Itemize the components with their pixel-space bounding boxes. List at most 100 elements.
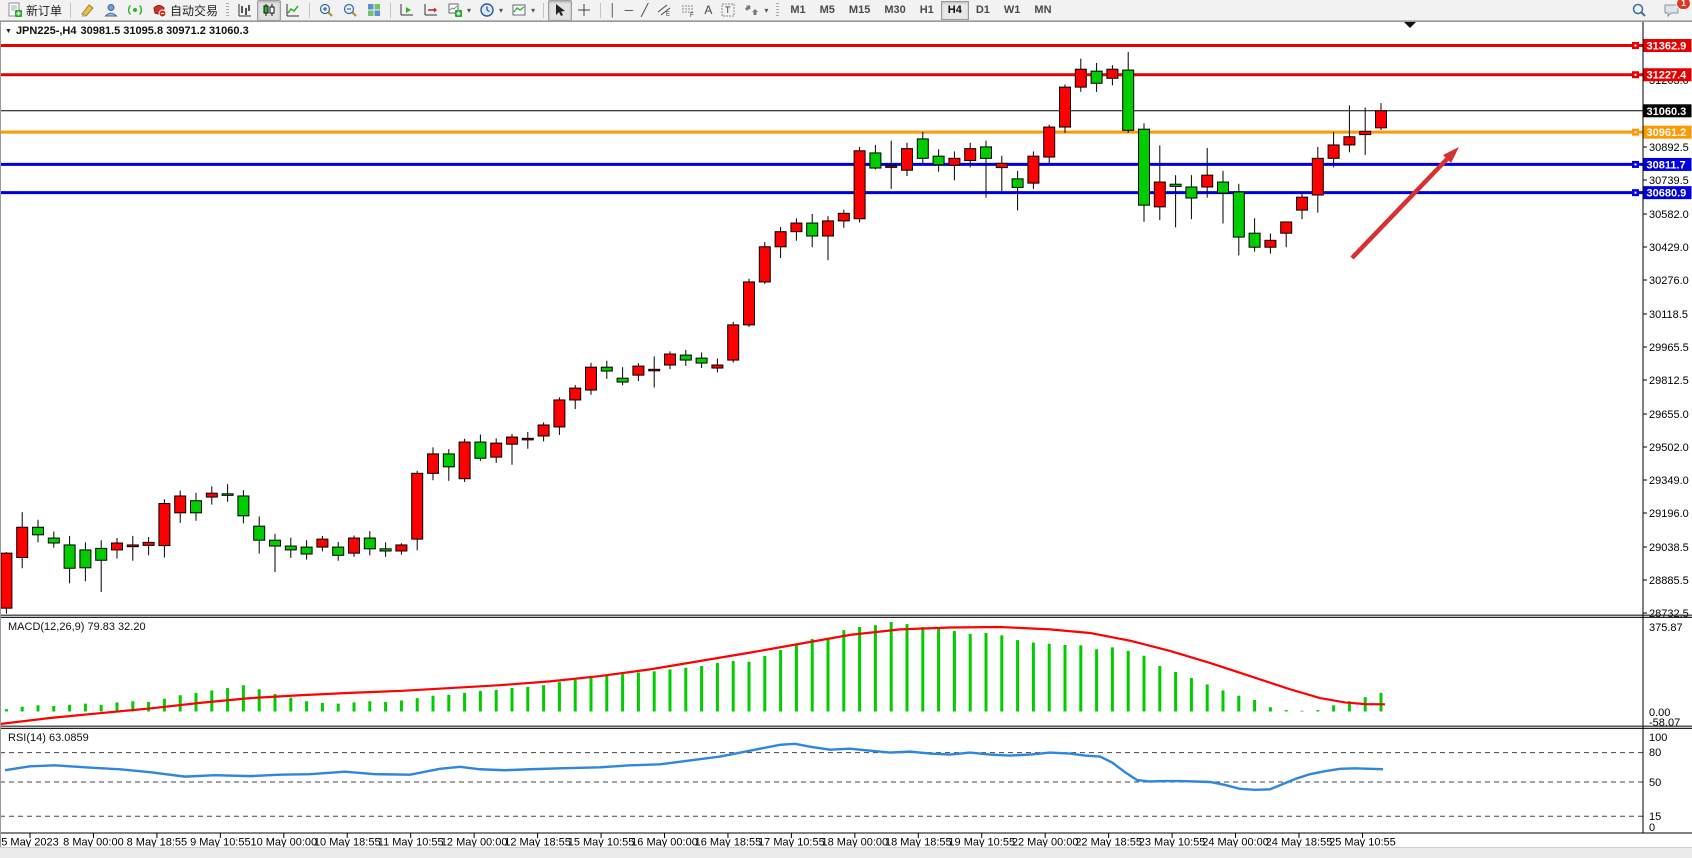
- candle-body: [396, 545, 407, 551]
- periods-button[interactable]: ▾: [475, 0, 507, 21]
- chevron-down-icon: ▾: [467, 6, 471, 15]
- candle-body: [285, 546, 296, 550]
- chart-canvas[interactable]: 31356.031203.031049.530892.530739.530582…: [0, 21, 1692, 858]
- arrows-tool-button[interactable]: ▾: [740, 0, 772, 21]
- candle-body: [1297, 197, 1308, 210]
- line-chart-button[interactable]: [281, 0, 305, 21]
- price-line-badge-label: 30811.7: [1647, 159, 1686, 171]
- candle-body: [775, 232, 786, 247]
- price-line-badge-label: 31362.9: [1647, 41, 1687, 53]
- candle-body: [254, 526, 265, 540]
- zoom-in-icon: [318, 2, 334, 18]
- timeframe-m15[interactable]: M15: [842, 1, 877, 20]
- chart-shift-icon: [423, 2, 439, 18]
- auto-trading-button[interactable]: 自动交易: [147, 0, 222, 21]
- timeframe-m1[interactable]: M1: [783, 1, 812, 20]
- trendline-button[interactable]: ╱: [637, 0, 652, 21]
- candle-body: [554, 400, 565, 427]
- price-tick-label: 29038.5: [1649, 542, 1689, 554]
- chart-shift-button[interactable]: [419, 0, 443, 21]
- chart-area[interactable]: 31356.031203.031049.530892.530739.530582…: [0, 21, 1692, 858]
- candle-body: [1, 553, 12, 608]
- chat-button[interactable]: 1: [1659, 0, 1685, 21]
- horizontal-line-button[interactable]: ─: [621, 0, 638, 21]
- price-tick-label: 28732.5: [1649, 608, 1689, 620]
- new-chart-button[interactable]: ▾: [443, 0, 475, 21]
- candle-body: [570, 388, 581, 400]
- candle-body: [902, 149, 913, 171]
- candle-body: [649, 369, 660, 371]
- candle-body: [443, 454, 454, 467]
- equidistant-channel-button[interactable]: E: [652, 0, 676, 21]
- text-label-button[interactable]: T: [716, 0, 740, 21]
- price-tick-label: 29196.0: [1649, 508, 1689, 520]
- candle-body: [412, 473, 423, 539]
- candle-body: [1060, 87, 1071, 127]
- timeframe-h4[interactable]: H4: [941, 1, 969, 20]
- macd-axis-label: 375.87: [1649, 622, 1683, 634]
- zoom-out-button[interactable]: [338, 0, 362, 21]
- candle-body: [981, 147, 992, 158]
- candle-body: [48, 538, 59, 543]
- separator: [600, 3, 601, 18]
- notification-badge: 1: [1676, 0, 1691, 10]
- new-order-icon: [7, 2, 23, 18]
- candle-body: [459, 442, 470, 479]
- timeframe-m30[interactable]: M30: [877, 1, 912, 20]
- auto-scroll-button[interactable]: [395, 0, 419, 21]
- bar-chart-button[interactable]: [233, 0, 257, 21]
- line-handle-dot: [1635, 45, 1637, 47]
- cursor-button[interactable]: [548, 0, 572, 21]
- svg-text:T: T: [725, 5, 731, 15]
- rsi-axis-label: 50: [1649, 777, 1661, 789]
- svg-text:E: E: [666, 12, 670, 18]
- price-tick-label: 30582.0: [1649, 209, 1689, 221]
- timeframe-h1[interactable]: H1: [913, 1, 941, 20]
- candle-body: [1154, 182, 1165, 207]
- timeframe-mn[interactable]: MN: [1027, 1, 1058, 20]
- signals-button[interactable]: [123, 0, 147, 21]
- candle-body: [364, 538, 375, 549]
- vertical-line-button[interactable]: │: [605, 0, 621, 21]
- tile-windows-button[interactable]: [362, 0, 386, 21]
- candle-body: [996, 163, 1007, 167]
- candle-body: [491, 443, 502, 457]
- price-tick-label: 30429.0: [1649, 242, 1689, 254]
- bottom-strip: [0, 847, 1692, 858]
- zoom-in-button[interactable]: [314, 0, 338, 21]
- candle-body: [933, 156, 944, 165]
- timeframe-d1[interactable]: D1: [969, 1, 997, 20]
- candlestick-chart-icon: [261, 2, 277, 18]
- price-tick-label: 30739.5: [1649, 175, 1689, 187]
- candle-body: [886, 166, 897, 168]
- candle-body: [96, 548, 107, 560]
- fibonacci-button[interactable]: F: [676, 0, 700, 21]
- crosshair-button[interactable]: [572, 0, 596, 21]
- new-order-button[interactable]: 新订单: [3, 0, 66, 21]
- candlestick-chart-button[interactable]: [257, 0, 281, 21]
- timeframe-w1[interactable]: W1: [997, 1, 1028, 20]
- candle-body: [791, 223, 802, 232]
- price-line-badge-label: 30961.2: [1647, 127, 1687, 139]
- candle-body: [870, 153, 881, 168]
- candle-body: [759, 247, 770, 282]
- crosshair-icon: [576, 2, 592, 18]
- community-button[interactable]: [99, 0, 123, 21]
- separator: [226, 3, 229, 18]
- cursor-icon: [552, 2, 568, 18]
- arrows-icon: [744, 2, 760, 18]
- candle-body: [80, 550, 91, 568]
- candle-body: [17, 527, 28, 557]
- indicators-button[interactable]: ▾: [507, 0, 539, 21]
- candle-body: [1344, 137, 1355, 145]
- auto-scroll-icon: [399, 2, 415, 18]
- text-button[interactable]: A: [700, 0, 716, 21]
- candle-body: [1265, 240, 1276, 247]
- search-button[interactable]: [1627, 0, 1651, 21]
- candle-body: [175, 496, 186, 513]
- styler-button[interactable]: [75, 0, 99, 21]
- timeframe-m5[interactable]: M5: [813, 1, 842, 20]
- rsi-axis-label: 0: [1649, 822, 1655, 834]
- candle-body: [1170, 184, 1181, 186]
- candle-body: [475, 442, 486, 458]
